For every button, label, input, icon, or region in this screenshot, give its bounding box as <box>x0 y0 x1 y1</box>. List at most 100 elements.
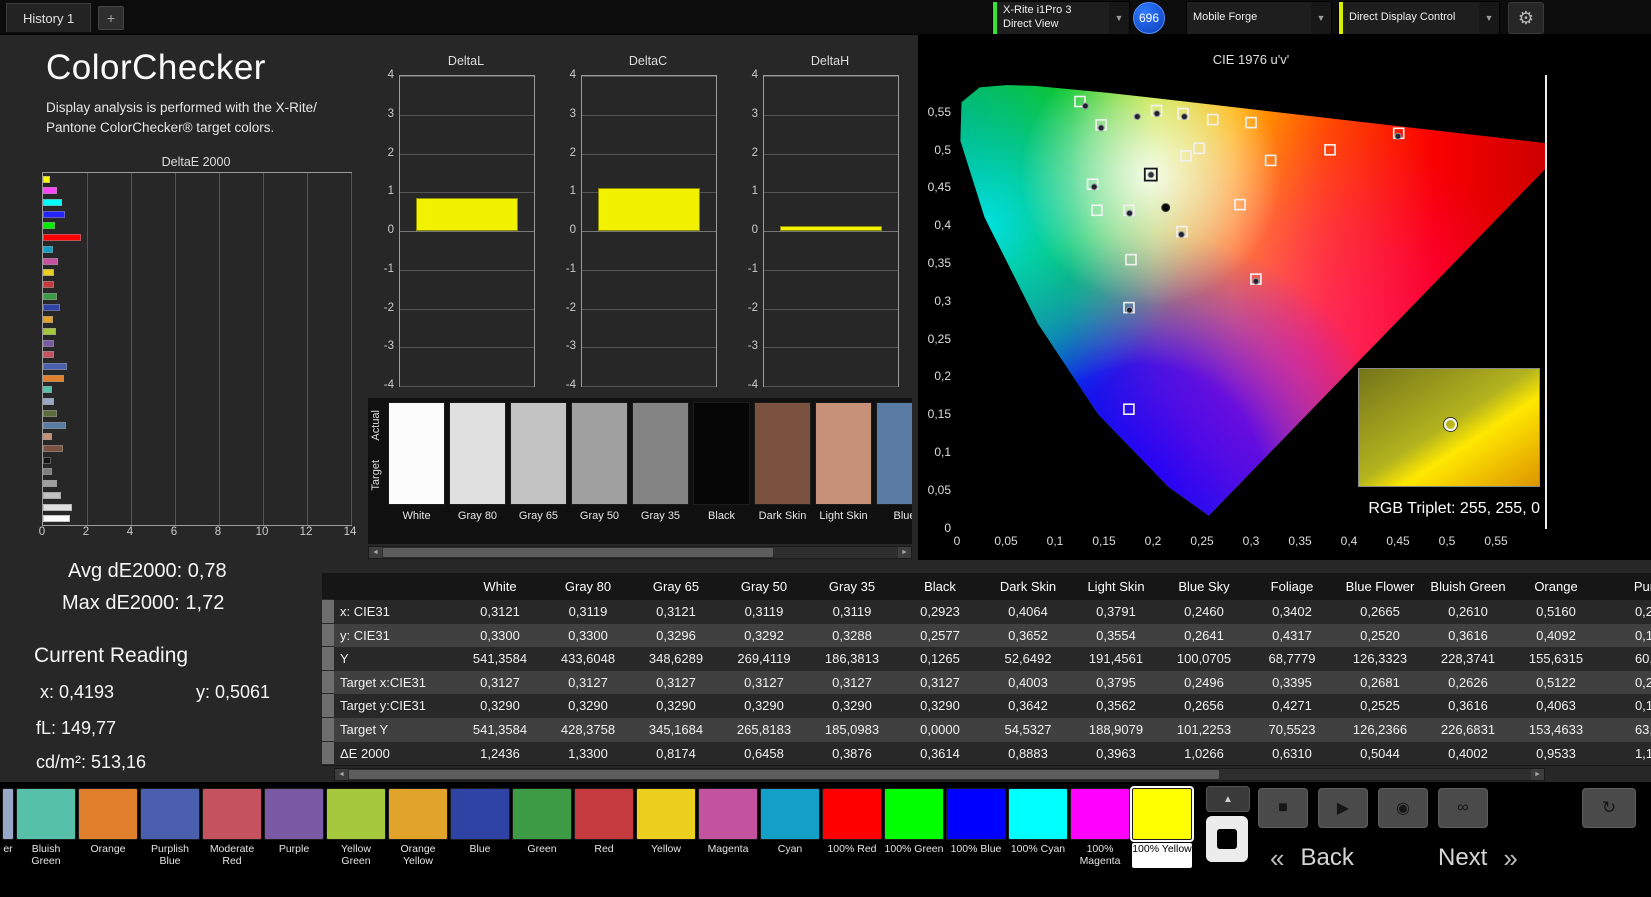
patch-button[interactable]: Blue <box>450 788 510 868</box>
gridline <box>400 192 534 194</box>
patch-swatch <box>884 788 944 840</box>
deltae-bar <box>43 292 57 300</box>
deltae-bar <box>43 445 63 453</box>
table-row[interactable]: y: CIE31 0,3300 0,3300 0,3296 0,3292 0,3288 0,… <box>322 623 1651 648</box>
patch-swatch <box>1132 788 1192 840</box>
patch-button[interactable]: 100% Green <box>884 788 944 868</box>
scroll-right-icon[interactable]: ► <box>1531 769 1544 780</box>
deltae-bar-row <box>43 363 351 371</box>
table-row[interactable]: x: CIE31 0,3121 0,3119 0,3121 0,3119 0,3119 0,… <box>322 600 1651 624</box>
swatch-label: White <box>402 510 431 522</box>
row-header: Target Y <box>340 721 389 737</box>
axis-tick-label: 6 <box>170 526 178 538</box>
table-cell: 0,3554 <box>1096 627 1136 643</box>
row-gutter <box>322 741 334 766</box>
table-row[interactable]: Target y:CIE31 0,3290 0,3290 0,3290 0,3290 0,… <box>322 694 1651 718</box>
table-cell: 0,3127 <box>568 674 608 690</box>
patch-button[interactable]: Yellow <box>636 788 696 868</box>
column-header: Blue Flower <box>1345 579 1415 594</box>
deltae-bar <box>43 234 81 242</box>
table-cell: 0,3795 <box>1096 674 1136 690</box>
history-tab[interactable]: History 1 <box>6 3 92 32</box>
meter-dropdown[interactable]: X-Rite i1Pro 3 Direct View ▼ <box>992 1 1130 35</box>
loop-button[interactable]: ∞ <box>1438 788 1488 828</box>
table-cell: 0,1265 <box>920 651 960 667</box>
table-cell: 0,4003 <box>1008 674 1048 690</box>
chart-title: DeltaE 2000 <box>161 155 231 169</box>
scroll-right-icon[interactable]: ► <box>898 547 911 558</box>
deltae-bar <box>43 245 53 253</box>
deltae-bar-row <box>43 292 351 300</box>
source-dropdown[interactable]: Mobile Forge ▼ <box>1186 1 1332 35</box>
patch-button[interactable]: er <box>2 788 14 868</box>
next-button[interactable]: Next » <box>1438 832 1643 884</box>
axis-tick-label: 0,3 <box>1242 534 1260 548</box>
patch-button[interactable]: Magenta <box>698 788 758 868</box>
patch-swatch <box>1008 788 1068 840</box>
scrollbar-thumb[interactable] <box>349 770 1220 779</box>
table-cell: 191,4561 <box>1088 651 1144 667</box>
gridline <box>582 347 716 349</box>
axis-tick-label: 0,15 <box>1092 534 1116 548</box>
gridline <box>764 308 898 310</box>
patch-button[interactable]: 100% Red <box>822 788 882 868</box>
table-row[interactable]: Y 541,3584 433,6048 348,6289 269,4119 186,381… <box>322 647 1651 671</box>
axis-tick-label: -4 <box>383 379 394 391</box>
table-row[interactable]: ΔE 2000 1,2436 1,3300 0,8174 0,6458 0,3876 0,3… <box>322 741 1651 766</box>
swatch-cell: Black <box>693 402 750 522</box>
stop-button[interactable]: ■ <box>1258 788 1308 828</box>
scroll-left-icon[interactable]: ◄ <box>369 547 382 558</box>
settings-button[interactable]: ⚙ <box>1508 2 1544 34</box>
row-header: x: CIE31 <box>340 604 390 619</box>
scrollbar-thumb[interactable] <box>383 548 774 557</box>
table-cell: 52,6492 <box>1004 651 1052 667</box>
table-cell: 0,4092 <box>1536 627 1576 643</box>
deltae-bar <box>43 198 63 206</box>
patch-label: 100% Red <box>827 843 877 855</box>
gridline <box>582 76 716 77</box>
collapse-button[interactable]: ▲ <box>1206 786 1250 812</box>
patch-button[interactable]: Moderate Red <box>202 788 262 868</box>
page-description: Display analysis is performed with the X… <box>46 100 317 135</box>
patch-button[interactable]: Orange <box>78 788 138 868</box>
column-header: Bluish Green <box>1430 579 1506 594</box>
deltae-bar <box>43 409 57 417</box>
column-header: Gray 35 <box>828 579 876 594</box>
add-tab-button[interactable]: + <box>98 6 124 30</box>
patch-button[interactable]: Bluish Green <box>16 788 76 868</box>
refresh-icon: ↻ <box>1601 798 1617 817</box>
table-cell: 348,6289 <box>648 651 704 667</box>
patch-button[interactable]: Cyan <box>760 788 820 868</box>
patch-button[interactable]: Purplish Blue <box>140 788 200 868</box>
patch-swatch <box>264 788 324 840</box>
table-cell: 0,3127 <box>744 674 784 690</box>
swatch <box>571 402 628 505</box>
deltae-bar <box>43 339 55 347</box>
patch-button[interactable]: 100% Cyan <box>1008 788 1068 868</box>
table-row[interactable]: Target Y 541,3584 428,3758 345,1684 265,8183… <box>322 717 1651 742</box>
table-cell: 0,3119 <box>744 604 784 619</box>
patch-button[interactable]: 100% Blue <box>946 788 1006 868</box>
blackout-patch-button[interactable] <box>1206 816 1248 862</box>
patch-button[interactable]: Yellow Green <box>326 788 386 868</box>
chart-title: DeltaH <box>810 54 850 68</box>
patch-label: Cyan <box>777 843 803 855</box>
patch-swatch <box>946 788 1006 840</box>
table-row[interactable]: Target x:CIE31 0,3127 0,3127 0,3127 0,3127 0,… <box>322 670 1651 695</box>
patch-button[interactable]: Red <box>574 788 634 868</box>
record-button[interactable]: ◉ <box>1378 788 1428 828</box>
patch-button[interactable]: 100% Magenta <box>1070 788 1130 868</box>
row-header: ΔE 2000 <box>340 745 390 761</box>
patch-button[interactable]: Green <box>512 788 572 868</box>
patch-button[interactable]: Orange Yellow <box>388 788 448 868</box>
deltaL-plot: 4 3 2 1 0 -1 -2 -3 -4 <box>384 69 535 391</box>
play-button[interactable]: ▶ <box>1318 788 1368 828</box>
refresh-button[interactable]: ↻ <box>1582 788 1636 828</box>
display-control-dropdown[interactable]: Direct Display Control ▼ <box>1338 1 1500 35</box>
table-cell: 0,3402 <box>1272 604 1312 619</box>
scroll-left-icon[interactable]: ◄ <box>335 769 348 780</box>
patch-button[interactable]: Purple <box>264 788 324 868</box>
deltae-bar <box>43 386 52 394</box>
patch-button[interactable]: 100% Yellow <box>1132 788 1192 868</box>
back-button[interactable]: « Back <box>1270 832 1435 884</box>
